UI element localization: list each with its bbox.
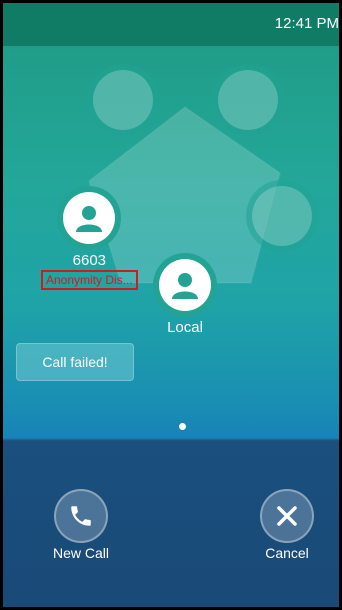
person-icon [76, 206, 103, 232]
participant-name: Local [167, 319, 203, 336]
empty-slot-right [246, 180, 318, 252]
empty-slot-top-right [212, 64, 284, 136]
empty-slot-top-left [87, 64, 159, 136]
call-screen: 12:41 PM 6603 Anonymity Dis... Local Cal… [0, 0, 342, 610]
cancel-circle [260, 489, 314, 543]
participant-6603[interactable]: 6603 Anonymity Dis... [41, 186, 138, 290]
page-indicator-dot [179, 423, 186, 430]
participant-status: Anonymity Dis... [41, 270, 138, 290]
new-call-button[interactable]: New Call [47, 489, 115, 561]
new-call-circle [54, 489, 108, 543]
participant-avatar [153, 253, 217, 317]
participant-name: 6603 [72, 252, 107, 269]
cancel-button[interactable]: Cancel [253, 489, 321, 561]
new-call-label: New Call [52, 545, 109, 561]
call-failed-notice: Call failed! [16, 343, 134, 381]
participant-local[interactable]: Local [153, 253, 217, 336]
person-icon [172, 273, 198, 299]
close-icon [277, 506, 297, 526]
participant-avatar [57, 186, 122, 250]
phone-icon [71, 506, 91, 526]
cancel-label: Cancel [265, 545, 309, 561]
